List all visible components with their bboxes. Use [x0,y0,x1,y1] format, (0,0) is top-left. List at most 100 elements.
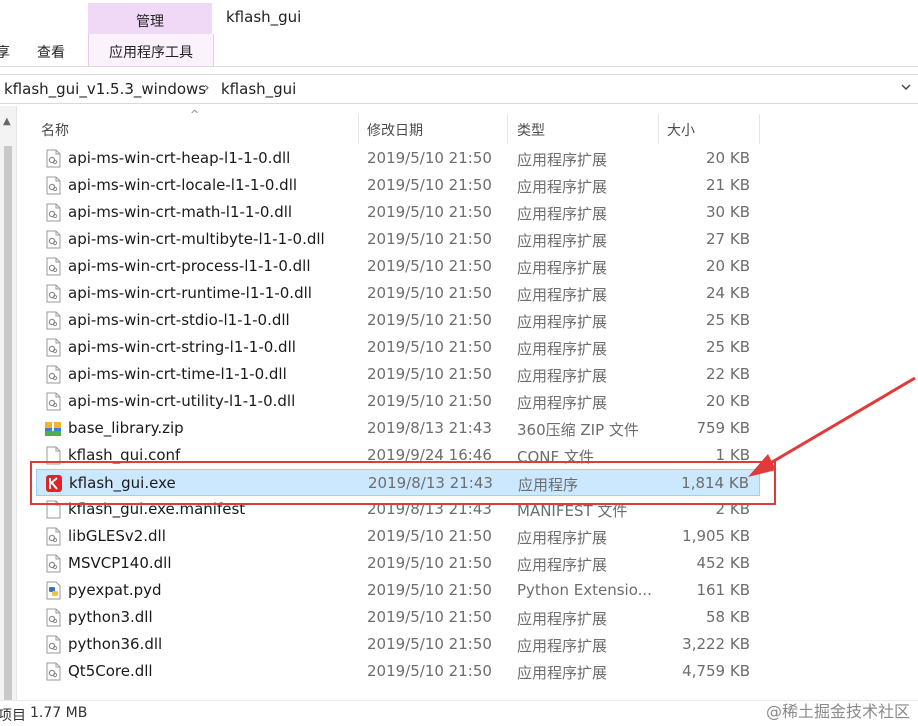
file-modified-date: 2019/5/10 21:50 [367,365,492,383]
file-size: 30 KB [706,203,750,221]
breadcrumb-parent[interactable]: kflash_gui_v1.5.3_windows [4,80,206,98]
file-name: python36.dll [68,635,163,653]
file-row[interactable]: api-ms-win-crt-string-l1-1-0.dll 2019/5/1… [36,334,760,361]
chevron-down-icon[interactable] [900,81,912,93]
annotation-arrow-icon [748,376,916,477]
file-modified-date: 2019/5/10 21:50 [367,338,492,356]
file-size: 759 KB [696,419,750,437]
dll-file-icon [44,284,62,303]
navigation-pane-scrollbar[interactable]: ▲ [0,106,17,726]
dll-file-icon [44,338,62,357]
tab-app-tools[interactable]: 应用程序工具 [88,34,214,66]
file-type: 应用程序扩展 [517,367,608,385]
zip-archive-icon [44,419,62,438]
file-row[interactable]: api-ms-win-crt-utility-l1-1-0.dll 2019/5/… [36,388,760,415]
tab-share[interactable]: 享 [0,42,10,62]
file-type: 应用程序扩展 [517,259,608,277]
file-modified-date: 2019/8/13 21:43 [367,500,492,518]
column-size-label: 大小 [667,123,695,139]
breadcrumb-current[interactable]: kflash_gui [221,80,296,98]
file-type: 应用程序扩展 [517,610,608,628]
file-modified-date: 2019/5/10 21:50 [367,527,492,545]
file-row[interactable]: api-ms-win-crt-math-l1-1-0.dll 2019/5/10 … [36,199,760,226]
dll-file-icon [44,527,62,546]
scrollbar-thumb[interactable] [4,146,12,726]
tab-manage-context[interactable]: 管理 [88,3,212,34]
file-row[interactable]: kflash_gui.exe 2019/8/13 21:43 应用程序 1,814 K… [36,469,760,496]
blank-file-icon [44,446,62,465]
column-divider[interactable] [759,114,760,144]
file-row[interactable]: api-ms-win-crt-locale-l1-1-0.dll 2019/5/1… [36,172,760,199]
status-size: 1.77 MB [30,705,88,721]
file-row[interactable]: pyexpat.pyd 2019/5/10 21:50 Python Extensi… [36,577,760,604]
file-modified-date: 2019/5/10 21:50 [367,392,492,410]
file-type: 应用程序扩展 [517,286,608,304]
dll-file-icon [44,149,62,168]
file-row[interactable]: api-ms-win-crt-multibyte-l1-1-0.dll 2019/… [36,226,760,253]
file-row[interactable]: MSVCP140.dll 2019/5/10 21:50 应用程序扩展 452 KB [36,550,760,577]
file-type: 应用程序扩展 [517,178,608,196]
file-size: 4,759 KB [682,662,750,680]
file-row[interactable]: libGLESv2.dll 2019/5/10 21:50 应用程序扩展 1,905 … [36,523,760,550]
dll-file-icon [44,311,62,330]
file-name: api-ms-win-crt-utility-l1-1-0.dll [68,392,296,410]
file-size: 2 KB [715,500,750,518]
scroll-up-icon[interactable]: ▲ [3,116,11,127]
chevron-right-icon[interactable]: › [204,80,210,96]
file-row[interactable]: Qt5Core.dll 2019/5/10 21:50 应用程序扩展 4,759 KB [36,658,760,685]
file-name: pyexpat.pyd [68,581,162,599]
file-name: libGLESv2.dll [68,527,166,545]
file-name: python3.dll [68,608,153,626]
file-row[interactable]: api-ms-win-crt-process-l1-1-0.dll 2019/5/… [36,253,760,280]
file-type: 360压缩 ZIP 文件 [517,421,639,439]
file-modified-date: 2019/5/10 21:50 [367,608,492,626]
file-row[interactable]: api-ms-win-crt-heap-l1-1-0.dll 2019/5/10 … [36,145,760,172]
column-header-size[interactable]: 大小 [659,114,759,144]
dll-file-icon [44,257,62,276]
column-header-modified[interactable]: 修改日期 [359,114,507,144]
watermark: @稀土掘金技术社区 [765,702,910,721]
file-size: 20 KB [706,149,750,167]
column-header-name[interactable]: 名称 [36,114,358,144]
file-row[interactable]: base_library.zip 2019/8/13 21:43 360压缩 ZIP… [36,415,760,442]
file-type: 应用程序扩展 [517,313,608,331]
file-size: 20 KB [706,257,750,275]
file-type: 应用程序扩展 [517,151,608,169]
file-row[interactable]: kflash_gui.conf 2019/9/24 16:46 CONF 文件 1 K… [36,442,760,469]
file-size: 25 KB [706,311,750,329]
file-row[interactable]: python3.dll 2019/5/10 21:50 应用程序扩展 58 KB [36,604,760,631]
file-name: api-ms-win-crt-process-l1-1-0.dll [68,257,311,275]
file-size: 452 KB [696,554,750,572]
tab-app-tools-label: 应用程序工具 [109,45,193,61]
file-row[interactable]: api-ms-win-crt-runtime-l1-1-0.dll 2019/5/… [36,280,760,307]
file-modified-date: 2019/5/10 21:50 [367,554,492,572]
file-row[interactable]: api-ms-win-crt-time-l1-1-0.dll 2019/5/10 … [36,361,760,388]
file-type: Python Extensio... [517,581,652,599]
column-header-type[interactable]: 类型 [508,114,658,144]
dll-file-icon [44,203,62,222]
file-size: 161 KB [696,581,750,599]
dll-file-icon [44,365,62,384]
file-name: api-ms-win-crt-heap-l1-1-0.dll [68,149,291,167]
tab-view[interactable]: 查看 [37,42,65,62]
address-bar[interactable]: kflash_gui_v1.5.3_windows › kflash_gui [0,74,918,104]
dll-file-icon [44,635,62,654]
file-row[interactable]: kflash_gui.exe.manifest 2019/8/13 21:43 MA… [36,496,760,523]
file-size: 1,814 KB [681,474,749,492]
file-name: api-ms-win-crt-string-l1-1-0.dll [68,338,296,356]
dll-file-icon [44,176,62,195]
file-modified-date: 2019/5/10 21:50 [367,311,492,329]
file-name: api-ms-win-crt-runtime-l1-1-0.dll [68,284,312,302]
file-modified-date: 2019/5/10 21:50 [367,257,492,275]
file-modified-date: 2019/9/24 16:46 [367,446,492,464]
column-modified-label: 修改日期 [367,123,423,139]
file-modified-date: 2019/5/10 21:50 [367,284,492,302]
file-row[interactable]: python36.dll 2019/5/10 21:50 应用程序扩展 3,222 K… [36,631,760,658]
file-size: 24 KB [706,284,750,302]
dll-file-icon [44,392,62,411]
blank-file-icon [44,500,62,519]
file-row[interactable]: api-ms-win-crt-stdio-l1-1-0.dll 2019/5/10… [36,307,760,334]
file-type: 应用程序扩展 [517,394,608,412]
file-type: 应用程序扩展 [517,232,608,250]
file-name: api-ms-win-crt-multibyte-l1-1-0.dll [68,230,325,248]
